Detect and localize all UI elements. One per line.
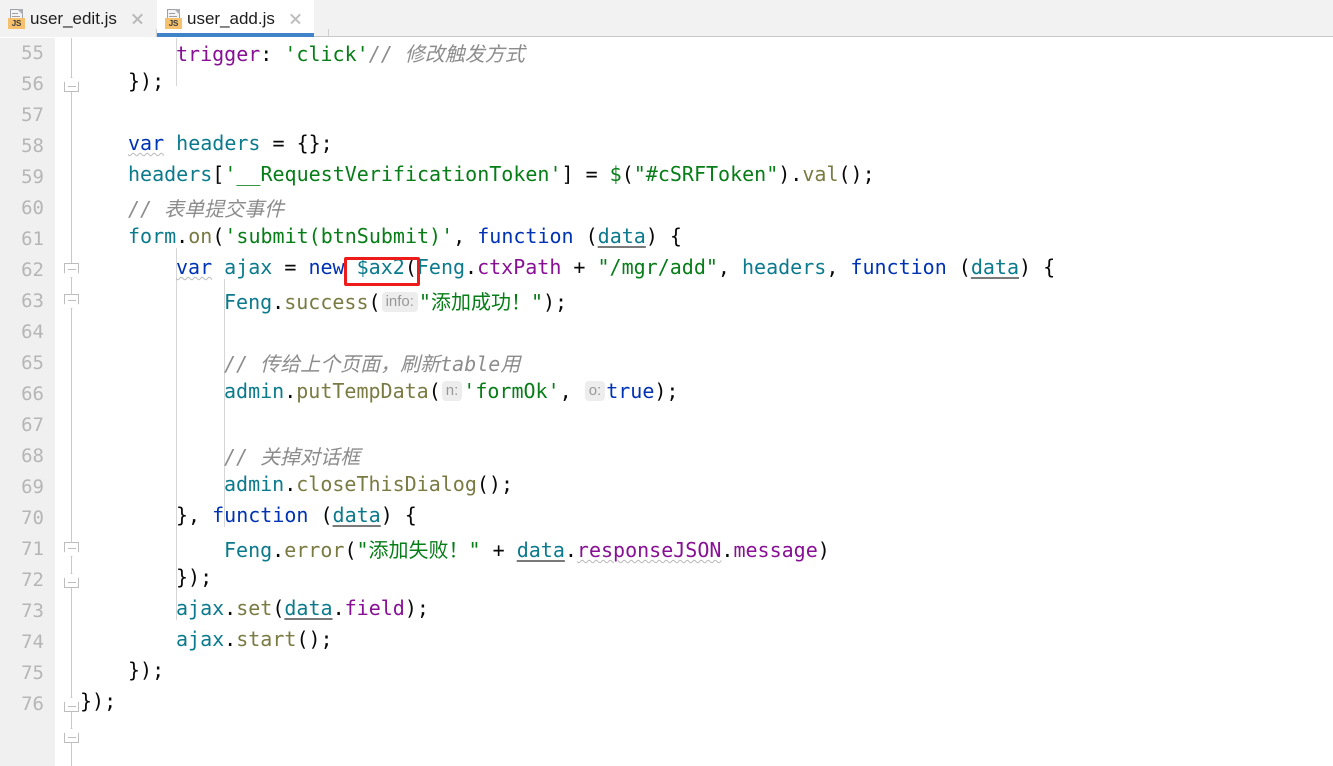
code-line-69[interactable]: admin.closeThisDialog(); xyxy=(224,472,513,496)
close-icon[interactable] xyxy=(129,10,146,27)
code-line-56[interactable]: }); xyxy=(128,69,164,93)
fold-marker-expand[interactable] xyxy=(64,263,79,278)
editor-row: 76 xyxy=(0,689,1333,720)
js-file-icon: JS xyxy=(165,8,183,29)
js-file-icon: JS xyxy=(8,8,26,29)
editor-row: 75 xyxy=(0,658,1333,689)
line-number: 69 xyxy=(21,476,44,498)
line-number: 62 xyxy=(21,259,44,281)
line-number: 70 xyxy=(21,507,44,529)
editor-row: 63 xyxy=(0,286,1333,317)
line-number: 64 xyxy=(21,321,44,343)
code-line-74[interactable]: ajax.start(); xyxy=(176,627,333,651)
line-number: 75 xyxy=(21,662,44,684)
line-number: 71 xyxy=(21,538,44,560)
code-line-62[interactable]: var ajax = new $ax2(Feng.ctxPath + "/mgr… xyxy=(176,255,1055,279)
code-line-59[interactable]: headers['__RequestVerificationToken'] = … xyxy=(128,162,875,186)
code-line-55[interactable]: trigger: 'click'// 修改触发方式 xyxy=(176,38,525,67)
editor-row: 57 xyxy=(0,100,1333,131)
fold-marker-expand[interactable] xyxy=(64,294,79,309)
parameter-hint-n: n: xyxy=(441,381,463,401)
code-line-70[interactable]: }, function (data) { xyxy=(176,503,417,527)
code-line-75[interactable]: }); xyxy=(128,658,164,682)
line-number: 58 xyxy=(21,135,44,157)
line-number: 73 xyxy=(21,600,44,622)
code-line-76[interactable]: }); xyxy=(80,689,116,713)
line-number: 74 xyxy=(21,631,44,653)
line-number: 55 xyxy=(21,42,44,64)
editor-row: 67 xyxy=(0,410,1333,441)
code-line-65[interactable]: // 传给上个页面，刷新table用 xyxy=(224,348,520,377)
editor-row: 56 xyxy=(0,69,1333,100)
line-number: 56 xyxy=(21,73,44,95)
line-number: 63 xyxy=(21,290,44,312)
line-number: 72 xyxy=(21,569,44,591)
close-icon[interactable] xyxy=(287,10,304,27)
line-number: 60 xyxy=(21,197,44,219)
js-badge-label: JS xyxy=(8,17,25,29)
line-number: 59 xyxy=(21,166,44,188)
code-line-71[interactable]: Feng.error("添加失败！" + data.responseJSON.m… xyxy=(224,534,830,563)
code-line-63[interactable]: Feng.success(info: "添加成功！"); xyxy=(224,286,567,315)
editor-row: 65 xyxy=(0,348,1333,379)
fold-marker-collapse[interactable] xyxy=(64,697,79,712)
code-line-58[interactable]: var headers = {}; xyxy=(128,131,333,155)
code-line-61[interactable]: form.on('submit(btnSubmit)', function (d… xyxy=(128,224,682,248)
line-number: 68 xyxy=(21,445,44,467)
fold-marker-collapse[interactable] xyxy=(64,573,79,588)
code-line-66[interactable]: admin.putTempData(n:'formOk', o: true); xyxy=(224,379,678,403)
tab-label-user-add-js: user_add.js xyxy=(187,8,275,28)
code-line-60[interactable]: // 表单提交事件 xyxy=(128,193,284,222)
tab-divider xyxy=(328,29,329,37)
editor-row: 69 xyxy=(0,472,1333,503)
code-editor[interactable]: 55 56 57 58 59 60 61 62 63 64 65 66 67 6… xyxy=(0,38,1333,766)
fold-marker-collapse[interactable] xyxy=(64,728,79,743)
line-number: 76 xyxy=(21,693,44,715)
parameter-hint-info: info: xyxy=(381,292,418,312)
line-number: 67 xyxy=(21,414,44,436)
editor-row: 68 xyxy=(0,441,1333,472)
code-line-72[interactable]: }); xyxy=(176,565,212,589)
editor-row: 64 xyxy=(0,317,1333,348)
line-number: 66 xyxy=(21,383,44,405)
tab-user-edit-js[interactable]: JS user_edit.js xyxy=(0,0,156,37)
code-line-68[interactable]: // 关掉对话框 xyxy=(224,441,360,470)
fold-marker-expand[interactable] xyxy=(64,542,79,557)
js-badge-label: JS xyxy=(165,17,182,29)
line-number: 57 xyxy=(21,104,44,126)
tab-user-add-js[interactable]: JS user_add.js xyxy=(157,0,314,37)
fold-marker-collapse[interactable] xyxy=(64,77,79,92)
line-number: 61 xyxy=(21,228,44,250)
line-number: 65 xyxy=(21,352,44,374)
tab-label-user-edit-js: user_edit.js xyxy=(30,8,117,28)
editor-tab-bar: JS user_edit.js JS user_add.js xyxy=(0,0,1333,37)
parameter-hint-o: o: xyxy=(584,381,606,401)
code-line-73[interactable]: ajax.set(data.field); xyxy=(176,596,429,620)
